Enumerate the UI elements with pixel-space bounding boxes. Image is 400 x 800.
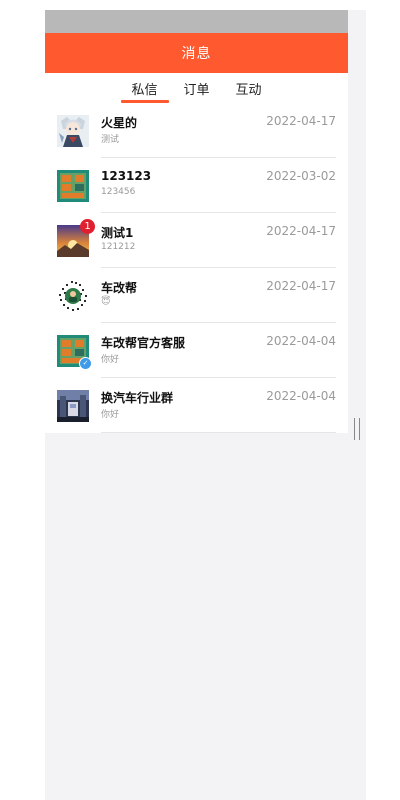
message-content: 123123 123456 2022-03-02 [101,158,336,213]
tab-label: 私信 [131,83,158,98]
contact-name: 火星的 [101,116,138,130]
message-row[interactable]: 火星的 测试 2022-04-17 [45,103,348,158]
message-content: 换汽车行业群 你好 2022-04-04 [101,378,336,433]
message-date: 2022-04-04 [266,389,336,403]
app-frame: 消息 私信 订单 互动 火星的 测试 2022-04-17 123123 123… [45,10,348,800]
avatar [57,389,89,422]
tab-label: 订单 [183,83,210,98]
message-date: 2022-04-17 [266,224,336,238]
contact-name: 车改帮官方客服 [101,336,186,350]
message-date: 2022-04-04 [266,334,336,348]
page-title: 消息 [181,46,212,62]
message-content: 车改帮官方客服 你好 2022-04-04 [101,323,336,378]
avatar: 1 [57,218,95,257]
tab-label: 互动 [235,83,262,98]
message-preview: 123456 [101,187,136,197]
message-row[interactable]: 123123 123456 2022-03-02 [45,158,348,213]
status-bar [45,10,348,33]
message-content: 火星的 测试 2022-04-17 [101,103,336,158]
message-row[interactable]: 1 测试1 121212 2022-04-17 [45,213,348,268]
contact-name: 车改帮 [101,281,138,295]
tab-orders[interactable]: 订单 [171,79,223,103]
city-street-avatar-icon [57,389,89,422]
app-header: 消息 [45,33,348,73]
message-preview: 😇 [101,297,111,307]
message-content: 测试1 121212 2022-04-17 [101,213,336,268]
page: 消息 私信 订单 互动 火星的 测试 2022-04-17 123123 123… [0,0,400,800]
tab-bar: 私信 订单 互动 [45,73,348,103]
contact-name: 测试1 [101,226,134,240]
message-list: 火星的 测试 2022-04-17 123123 123456 2022-03-… [45,103,348,433]
qr-code-avatar-icon [57,279,89,312]
contact-name: 123123 [101,169,152,183]
verified-check-icon: ✓ [79,356,92,370]
teal-poster-avatar-icon [57,169,89,202]
unread-badge: 1 [80,218,95,234]
contact-name: 换汽车行业群 [101,391,174,405]
message-content: 车改帮 😇 2022-04-17 [101,268,336,323]
tab-interactions[interactable]: 互动 [223,79,275,103]
message-preview: 你好 [101,410,120,420]
avatar [57,114,89,147]
scroll-track[interactable] [348,10,366,800]
message-preview: 你好 [101,355,120,365]
message-row[interactable]: ✓ 车改帮官方客服 你好 2022-04-04 [45,323,348,378]
message-row[interactable]: 换汽车行业群 你好 2022-04-04 [45,378,348,433]
tab-private-messages[interactable]: 私信 [119,79,171,103]
message-row[interactable]: 车改帮 😇 2022-04-17 [45,268,348,323]
message-date: 2022-04-17 [266,114,336,128]
avatar: ✓ [57,334,92,370]
message-preview: 121212 [101,242,136,252]
message-date: 2022-04-17 [266,279,336,293]
scrollbar-handle[interactable] [354,418,360,440]
avatar [57,279,89,312]
message-date: 2022-03-02 [266,169,336,183]
anime-girl-avatar-icon [57,114,89,147]
avatar [57,169,89,202]
message-preview: 测试 [101,135,120,145]
